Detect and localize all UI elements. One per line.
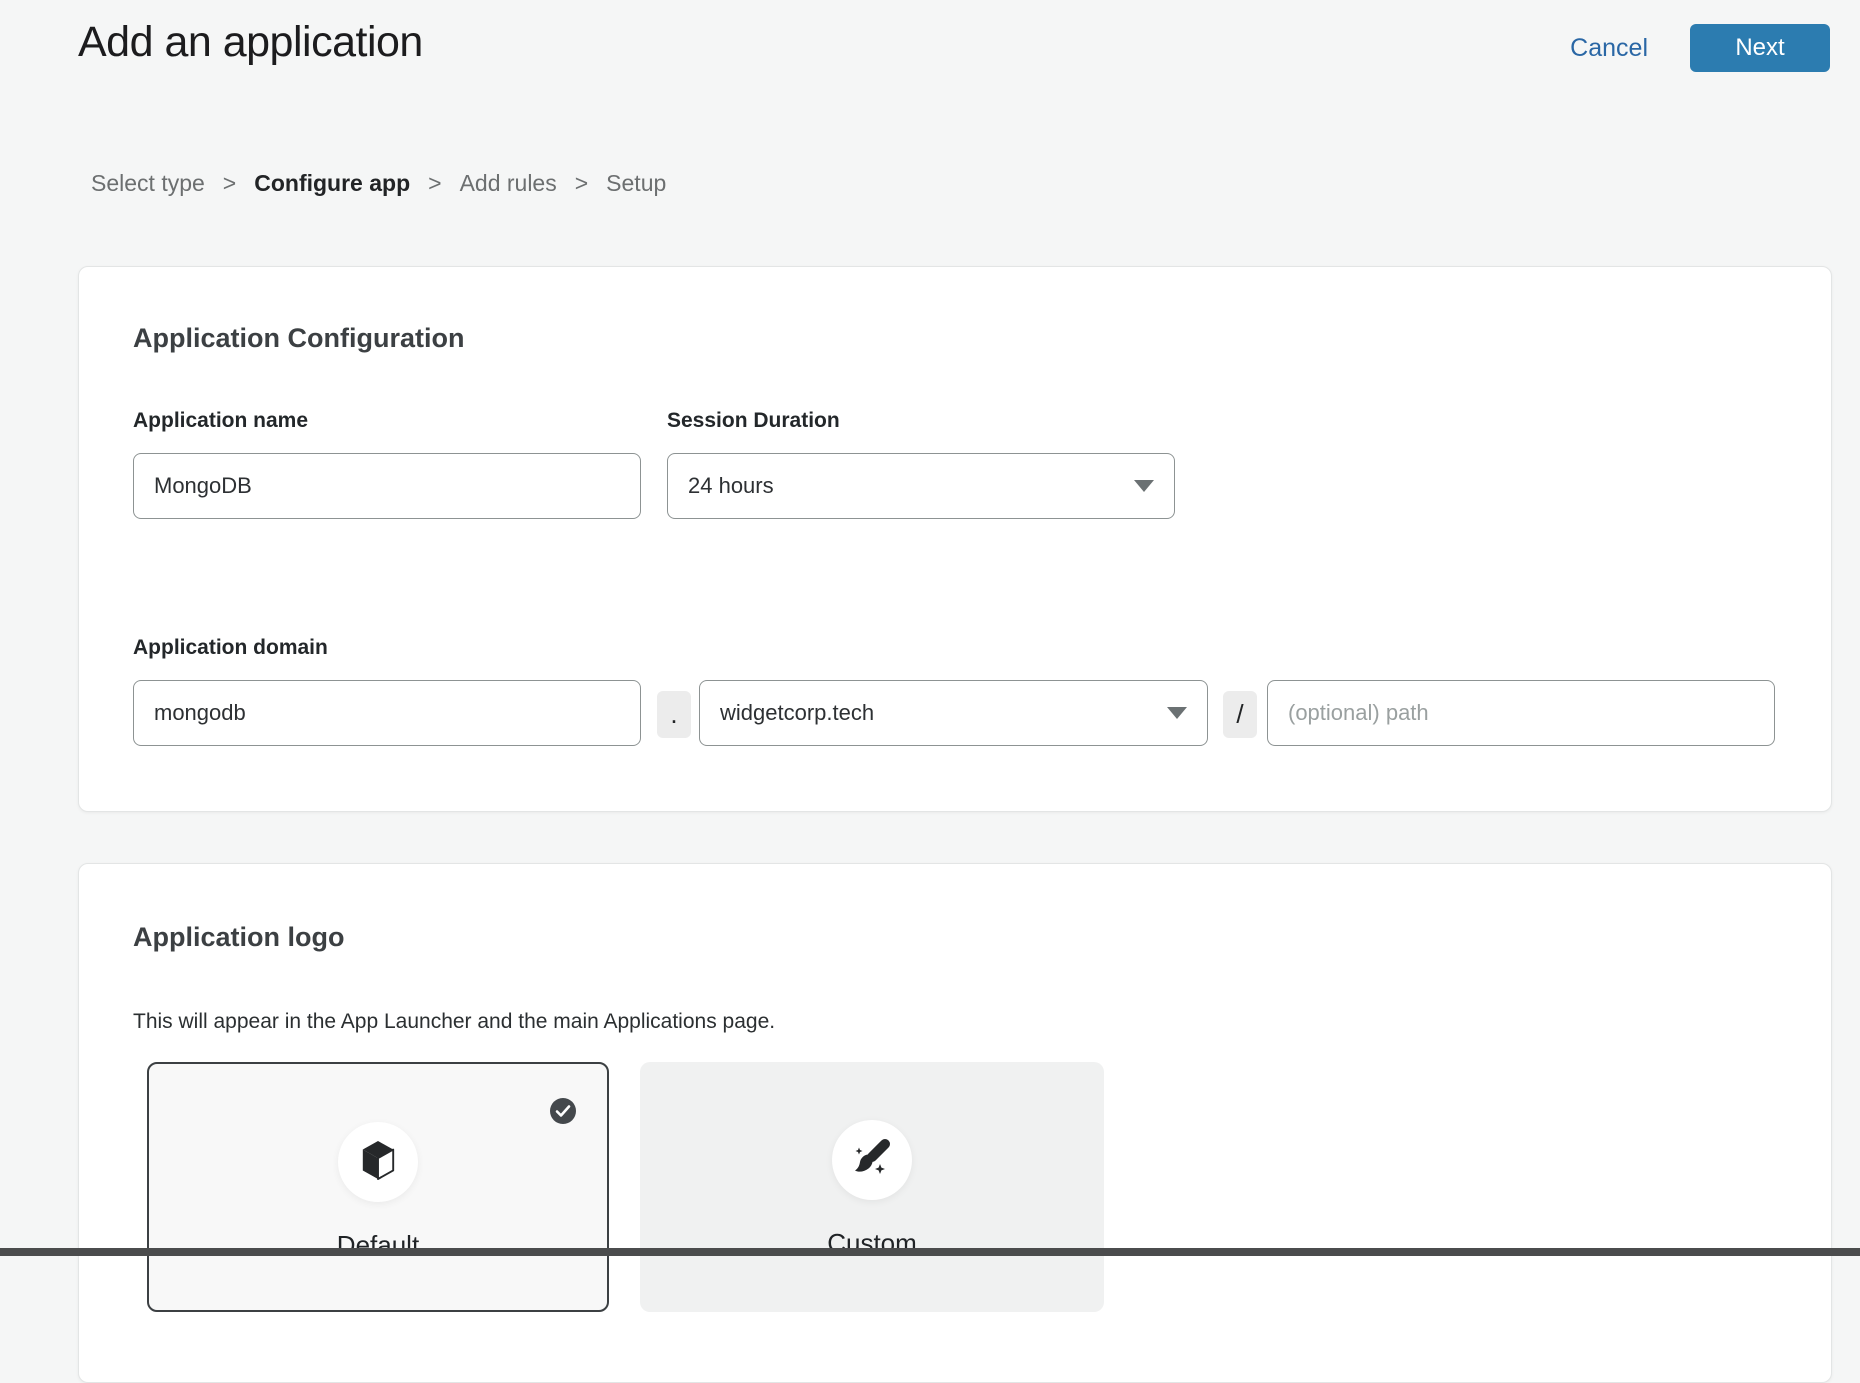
configuration-heading: Application Configuration (133, 323, 464, 354)
chevron-separator: > (428, 170, 441, 197)
window-bottom-edge (0, 1248, 1860, 1256)
application-name-label: Application name (133, 409, 308, 433)
chevron-down-icon (1134, 480, 1154, 492)
chevron-separator: > (575, 170, 588, 197)
next-button[interactable]: Next (1690, 24, 1830, 72)
logo-option-custom[interactable]: Custom (640, 1062, 1104, 1312)
cancel-button[interactable]: Cancel (1570, 34, 1648, 63)
cube-icon (359, 1139, 397, 1186)
path-input[interactable] (1267, 680, 1775, 746)
dot-separator: . (657, 691, 691, 738)
logo-description: This will appear in the App Launcher and… (133, 1010, 775, 1034)
check-icon (549, 1097, 577, 1125)
page-title: Add an application (78, 18, 423, 67)
breadcrumb: Select type > Configure app > Add rules … (91, 170, 666, 197)
application-name-input[interactable] (133, 453, 641, 519)
session-duration-value: 24 hours (688, 473, 774, 499)
breadcrumb-item-select-type[interactable]: Select type (91, 170, 205, 197)
session-duration-label: Session Duration (667, 409, 840, 433)
domain-select-value: widgetcorp.tech (720, 700, 874, 726)
default-logo-circle (338, 1122, 418, 1202)
chevron-down-icon (1167, 707, 1187, 719)
domain-select[interactable]: widgetcorp.tech (699, 680, 1208, 746)
logo-heading: Application logo (133, 922, 344, 953)
custom-logo-circle (832, 1120, 912, 1200)
logo-option-label: Default (149, 1230, 607, 1261)
breadcrumb-item-configure-app[interactable]: Configure app (254, 170, 410, 197)
slash-separator: / (1223, 691, 1257, 738)
session-duration-select[interactable]: 24 hours (667, 453, 1175, 519)
logo-option-default[interactable]: Default (147, 1062, 609, 1312)
application-configuration-card: Application Configuration Application na… (78, 266, 1832, 812)
subdomain-input[interactable] (133, 680, 641, 746)
breadcrumb-item-add-rules[interactable]: Add rules (460, 170, 557, 197)
breadcrumb-item-setup[interactable]: Setup (606, 170, 666, 197)
chevron-separator: > (223, 170, 236, 197)
application-domain-label: Application domain (133, 636, 328, 660)
header-actions: Cancel Next (1570, 24, 1830, 72)
paintbrush-icon (852, 1138, 892, 1183)
application-logo-card: Application logo This will appear in the… (78, 863, 1832, 1383)
